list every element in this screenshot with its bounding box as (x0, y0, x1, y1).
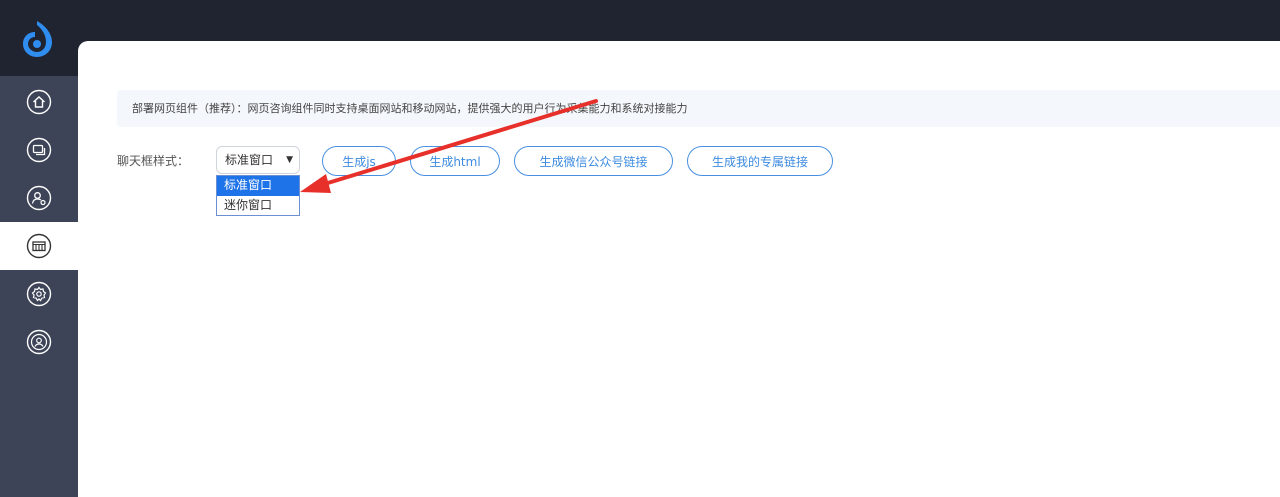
generate-wechat-link-button[interactable]: 生成微信公众号链接 (514, 146, 673, 176)
chat-style-dropdown: 标准窗口 迷你窗口 (216, 175, 300, 216)
account-icon (26, 329, 52, 355)
main-content: 部署网页组件（推荐）：网页咨询组件同时支持桌面网站和移动网站，提供强大的用户行为… (78, 41, 1280, 497)
option-mini-window[interactable]: 迷你窗口 (217, 196, 299, 216)
sidebar-item-chat[interactable] (0, 126, 78, 174)
chat-style-select[interactable]: 标准窗口 ▼ (216, 146, 300, 174)
sidebar-item-settings[interactable] (0, 270, 78, 318)
sidebar-item-widget[interactable] (0, 222, 78, 270)
logo-icon (23, 21, 52, 57)
chat-icon (26, 137, 52, 163)
home-icon (26, 89, 52, 115)
generate-personal-link-button[interactable]: 生成我的专属链接 (687, 146, 833, 176)
generate-js-button[interactable]: 生成js (322, 146, 396, 176)
gear-icon (26, 281, 52, 307)
sidebar-item-home[interactable] (0, 78, 78, 126)
generate-html-button[interactable]: 生成html (410, 146, 500, 176)
sidebar-item-account[interactable] (0, 318, 78, 366)
option-standard-window[interactable]: 标准窗口 (217, 176, 299, 196)
sidebar-item-users[interactable] (0, 174, 78, 222)
select-value: 标准窗口 (225, 153, 274, 167)
dropdown-arrow-icon: ▼ (286, 155, 293, 165)
deploy-notice: 部署网页组件（推荐）：网页咨询组件同时支持桌面网站和移动网站，提供强大的用户行为… (117, 90, 1280, 127)
widget-icon (26, 233, 52, 259)
sidebar (0, 76, 78, 497)
chat-style-label: 聊天框样式： (117, 154, 190, 168)
user-settings-icon (26, 185, 52, 211)
